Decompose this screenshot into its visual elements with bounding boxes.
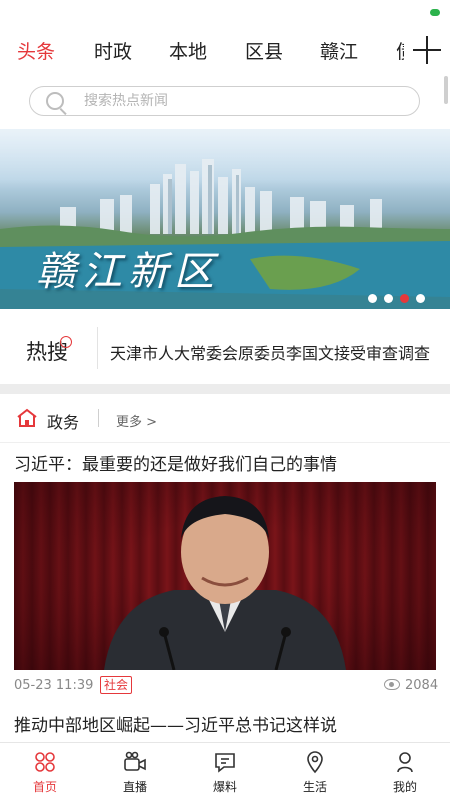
carousel-dot[interactable] [368, 294, 377, 303]
nav-report[interactable]: 爆料 [180, 743, 270, 801]
search-bar[interactable] [29, 86, 420, 116]
nav-life[interactable]: 生活 [270, 743, 360, 801]
divider [97, 327, 98, 369]
tab-overflow[interactable]: 债 [392, 28, 404, 72]
article-time: 05-23 11:39 [14, 678, 94, 693]
eye-icon [384, 679, 400, 690]
carousel-dot[interactable] [384, 294, 393, 303]
tab-overflow-label: 债 [396, 37, 404, 64]
view-count: 2084 [405, 678, 439, 693]
speaker-photo-image [104, 496, 346, 670]
hot-search-bar: 热搜 天津市人大常委会原委员李国文接受审查调查 [0, 309, 450, 384]
location-pin-icon [307, 751, 323, 774]
section-spacer [0, 384, 450, 394]
banner-title: 赣江新区 [36, 249, 220, 295]
video-camera-icon [124, 751, 146, 771]
carousel-dot[interactable] [416, 294, 425, 303]
bottom-nav: 首页 直播 爆料 生活 我的 [0, 742, 450, 801]
tab-districts[interactable]: 区县 [245, 37, 283, 64]
article-title[interactable]: 推动中部地区崛起——习近平总书记这样说 [14, 711, 337, 736]
scrollbar[interactable] [444, 76, 448, 104]
notification-icon [430, 9, 440, 16]
article-title[interactable]: 习近平：最重要的还是做好我们自己的事情 [14, 450, 337, 475]
article-photo[interactable] [14, 482, 436, 670]
nav-label: 爆料 [212, 780, 237, 794]
nav-mine[interactable]: 我的 [360, 743, 450, 801]
tab-local[interactable]: 本地 [169, 37, 207, 64]
category-tag: 社会 [100, 676, 133, 694]
nav-label: 我的 [392, 780, 417, 794]
carousel-dot-active[interactable] [400, 294, 409, 303]
nav-live[interactable]: 直播 [90, 743, 180, 801]
nav-label: 直播 [122, 780, 147, 794]
tab-headlines[interactable]: 头条 [17, 37, 55, 64]
section-title: 政务 [47, 413, 80, 432]
search-icon [46, 92, 64, 110]
carousel-indicators [368, 288, 432, 303]
banner-carousel[interactable]: 赣江新区 [0, 129, 450, 309]
more-link[interactable]: 更多 > [116, 411, 157, 430]
user-icon [397, 752, 413, 773]
search-input[interactable] [84, 87, 404, 115]
home-grid-icon [35, 752, 55, 772]
tab-ganjiang[interactable]: 赣江 [320, 37, 358, 64]
chat-bubble-icon [215, 753, 235, 773]
nav-label: 首页 [32, 780, 57, 794]
section-header: 政务 更多 > [0, 394, 450, 443]
home-icon [17, 408, 37, 427]
divider [98, 409, 99, 427]
nav-label: 生活 [302, 780, 327, 794]
tab-politics[interactable]: 时政 [94, 37, 132, 64]
add-channel-button[interactable] [413, 36, 441, 64]
status-bar [0, 0, 450, 28]
hot-search-item[interactable]: 天津市人大常委会原委员李国文接受审查调查 [110, 340, 430, 364]
channel-tabs: 头条 时政 本地 区县 赣江 [0, 28, 450, 72]
nav-home[interactable]: 首页 [0, 743, 90, 801]
hot-badge-icon [60, 336, 72, 348]
